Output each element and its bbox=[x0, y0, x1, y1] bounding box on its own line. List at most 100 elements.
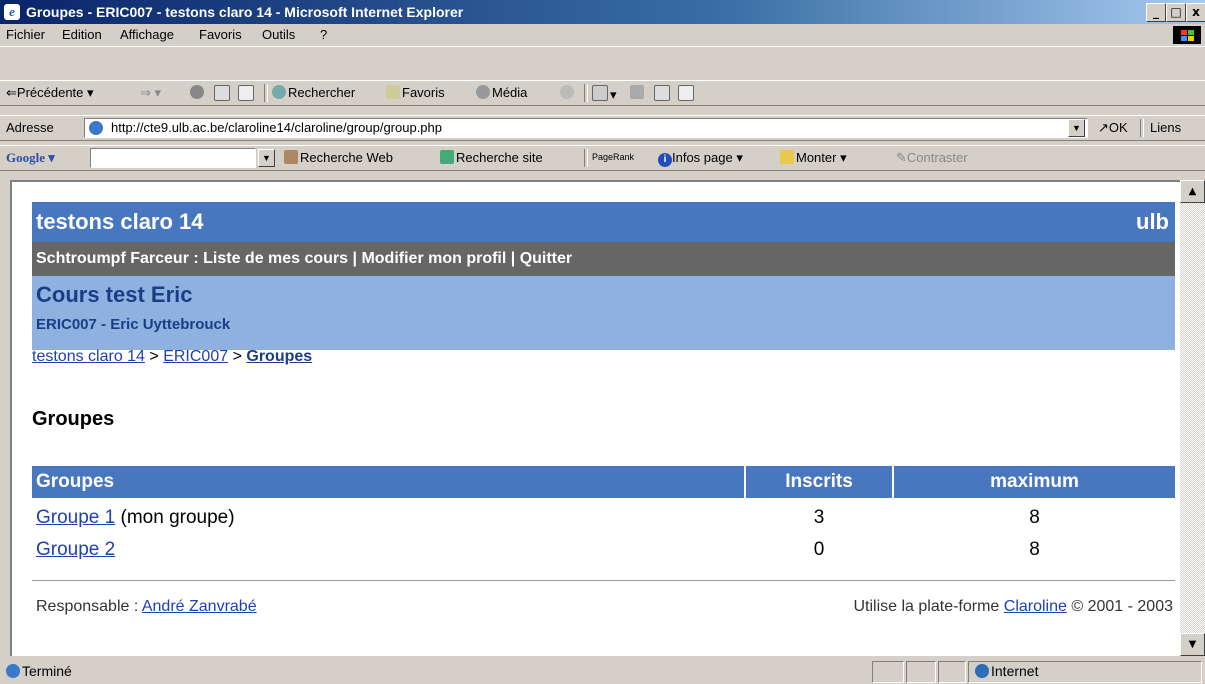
menu-bar: Fichier Edition Affichage Favoris Outils… bbox=[0, 24, 1205, 47]
close-button[interactable]: x bbox=[1186, 3, 1205, 22]
status-panel bbox=[938, 661, 966, 683]
discuss-icon[interactable] bbox=[678, 85, 696, 102]
user-bar-text[interactable]: Schtroumpf Farceur : Liste de mes cours … bbox=[36, 250, 572, 268]
window-title: Groupes - ERIC007 - testons claro 14 - M… bbox=[26, 4, 464, 20]
menu-fichier[interactable]: Fichier bbox=[6, 27, 45, 42]
page-info-button[interactable]: i Infos page ▾ bbox=[658, 150, 743, 167]
page-title: Groupes bbox=[32, 408, 115, 430]
groups-table-header: Groupes Inscrits maximum bbox=[32, 466, 1175, 498]
manager-link[interactable]: André Zanvrabé bbox=[142, 598, 257, 615]
scroll-down-button[interactable]: ▼ bbox=[1180, 633, 1205, 656]
search-icon bbox=[272, 85, 286, 99]
menu-favoris[interactable]: Favoris bbox=[199, 27, 242, 42]
page-done-icon bbox=[6, 664, 20, 678]
up-button[interactable]: Monter ▾ bbox=[780, 150, 847, 166]
print-icon[interactable] bbox=[630, 85, 646, 100]
breadcrumb-course[interactable]: ERIC007 bbox=[163, 348, 228, 365]
standard-toolbar: ⇐Précédente ▾ ⇒ ▾ Rechercher Favoris Méd… bbox=[0, 80, 1205, 106]
forward-button[interactable]: ⇒ ▾ bbox=[140, 85, 161, 101]
menu-outils[interactable]: Outils bbox=[262, 27, 295, 42]
address-field[interactable]: http://cte9.ulb.ac.be/claroline14/clarol… bbox=[84, 118, 1088, 138]
info-icon: i bbox=[658, 153, 672, 167]
status-panel bbox=[906, 661, 936, 683]
breadcrumb: testons claro 14 > ERIC007 > Groupes bbox=[32, 348, 312, 366]
pencil-icon: ✎ bbox=[896, 150, 907, 165]
minimize-button[interactable]: _ bbox=[1146, 3, 1166, 22]
table-row: Groupe 1 (mon groupe) 3 8 bbox=[32, 504, 1175, 534]
status-text: Terminé bbox=[6, 663, 72, 679]
folder-up-icon bbox=[780, 150, 794, 164]
breadcrumb-home[interactable]: testons claro 14 bbox=[32, 348, 145, 365]
course-banner: Cours test Eric ERIC007 - Eric Uyttebrou… bbox=[32, 276, 1175, 350]
globe-icon bbox=[975, 664, 989, 678]
maximize-button[interactable]: □ bbox=[1166, 3, 1186, 22]
table-row: Groupe 2 0 8 bbox=[32, 536, 1175, 566]
media-icon bbox=[476, 85, 490, 99]
breadcrumb-separator: > bbox=[149, 348, 159, 365]
menu-edition[interactable]: Edition bbox=[62, 27, 102, 42]
scroll-up-button[interactable]: ▲ bbox=[1180, 180, 1205, 203]
go-arrow-icon: ↗ bbox=[1098, 120, 1109, 135]
user-bar: Schtroumpf Farceur : Liste de mes cours … bbox=[32, 242, 1175, 276]
search-button[interactable]: Rechercher bbox=[272, 85, 355, 100]
institution-name[interactable]: ulb bbox=[1136, 209, 1169, 235]
menu-affichage[interactable]: Affichage bbox=[120, 27, 174, 42]
platform-link[interactable]: Claroline bbox=[1004, 598, 1067, 615]
ie-logo-icon: e bbox=[4, 4, 20, 20]
windows-logo-icon bbox=[1173, 26, 1201, 44]
go-button[interactable]: ↗OK bbox=[1098, 120, 1128, 136]
max-count: 8 bbox=[1029, 539, 1040, 560]
group-link[interactable]: Groupe 1 bbox=[36, 507, 115, 528]
stop-icon[interactable] bbox=[190, 85, 206, 100]
column-header-inscrits: Inscrits bbox=[785, 471, 853, 492]
google-logo[interactable]: Google ▾ bbox=[6, 150, 55, 166]
campus-name[interactable]: testons claro 14 bbox=[36, 209, 204, 235]
refresh-icon[interactable] bbox=[214, 85, 232, 102]
google-toolbar: Google ▾ ▼ Recherche Web Recherche site … bbox=[0, 145, 1205, 171]
status-panel bbox=[872, 661, 904, 683]
footer-divider bbox=[32, 580, 1175, 581]
site-search-button[interactable]: Recherche site bbox=[440, 150, 543, 165]
address-bar: Adresse http://cte9.ulb.ac.be/claroline1… bbox=[0, 115, 1205, 141]
column-header-groupes: Groupes bbox=[36, 471, 115, 492]
breadcrumb-current[interactable]: Groupes bbox=[246, 348, 312, 365]
favorites-button[interactable]: Favoris bbox=[386, 85, 445, 100]
address-dropdown-button[interactable]: ▼ bbox=[1068, 119, 1085, 137]
vertical-scrollbar[interactable]: ▲ ▼ bbox=[1180, 180, 1205, 656]
column-header-maximum: maximum bbox=[990, 471, 1079, 492]
web-search-button[interactable]: Recherche Web bbox=[284, 150, 393, 165]
history-icon[interactable] bbox=[560, 85, 576, 100]
binoculars-icon bbox=[284, 150, 298, 164]
page-viewport: testons claro 14 ulb Schtroumpf Farceur … bbox=[10, 180, 1180, 656]
pagerank-indicator[interactable]: PageRank bbox=[592, 152, 634, 162]
google-dropdown-button[interactable]: ▼ bbox=[258, 149, 275, 167]
address-label: Adresse bbox=[6, 120, 54, 135]
window-titlebar: e Groupes - ERIC007 - testons claro 14 -… bbox=[0, 0, 1205, 24]
menu-help[interactable]: ? bbox=[320, 27, 327, 42]
google-search-input[interactable] bbox=[90, 148, 256, 168]
max-count: 8 bbox=[1029, 507, 1040, 528]
edit-icon[interactable] bbox=[654, 85, 672, 102]
back-button[interactable]: ⇐Précédente ▾ bbox=[6, 85, 94, 101]
breadcrumb-separator: > bbox=[232, 348, 242, 365]
campus-banner: testons claro 14 ulb bbox=[32, 202, 1175, 242]
address-url: http://cte9.ulb.ac.be/claroline14/clarol… bbox=[111, 120, 442, 135]
highlight-button[interactable]: ✎Contraster bbox=[896, 150, 968, 166]
site-search-icon bbox=[440, 150, 454, 164]
course-code-teacher: ERIC007 - Eric Uyttebrouck bbox=[36, 316, 231, 333]
mail-icon[interactable]: ▾ bbox=[592, 85, 617, 103]
zone-panel: Internet bbox=[968, 661, 1202, 683]
group-link[interactable]: Groupe 2 bbox=[36, 539, 115, 560]
manager-label: Responsable : bbox=[36, 598, 139, 615]
course-title[interactable]: Cours test Eric bbox=[36, 282, 193, 308]
platform-prefix: Utilise la plate-forme bbox=[853, 598, 1000, 615]
favorites-icon bbox=[386, 85, 400, 99]
platform-copyright: © 2001 - 2003 bbox=[1071, 598, 1173, 615]
status-bar: Terminé Internet bbox=[0, 658, 1205, 684]
enrolled-count: 0 bbox=[813, 539, 825, 560]
page-icon bbox=[89, 121, 103, 135]
links-button[interactable]: Liens bbox=[1150, 120, 1181, 135]
zone-label: Internet bbox=[991, 663, 1039, 679]
media-button[interactable]: Média bbox=[476, 85, 527, 100]
home-icon[interactable] bbox=[238, 85, 256, 102]
